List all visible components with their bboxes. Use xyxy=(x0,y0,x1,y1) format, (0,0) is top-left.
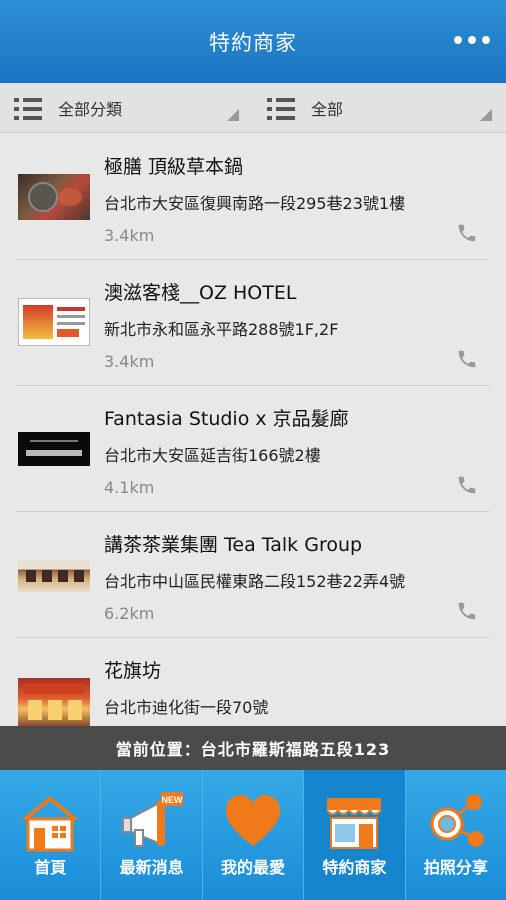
store-list-item[interactable]: 花旗坊 台北市迪化街一段70號 xyxy=(0,638,506,726)
tab-news[interactable]: NEW 最新消息 xyxy=(101,770,203,900)
category-filter-dropdown[interactable]: 全部分類 xyxy=(0,83,253,133)
phone-icon[interactable] xyxy=(456,222,478,244)
store-distance: 4.1km xyxy=(104,478,155,497)
dropdown-arrow-icon xyxy=(480,109,492,121)
tab-news-label: 最新消息 xyxy=(119,858,184,877)
store-address: 台北市迪化街一段70號 xyxy=(104,698,269,717)
store-list[interactable]: 極膳 頂級草本鍋 台北市大安區復興南路一段295巷23號1樓 3.4km 澳滋客… xyxy=(0,134,506,726)
list-icon xyxy=(267,98,295,120)
phone-icon[interactable] xyxy=(456,600,478,622)
tab-photo-share[interactable]: 拍照分享 xyxy=(406,770,506,900)
store-distance: 3.4km xyxy=(104,352,155,371)
app-header: 特約商家 xyxy=(0,0,506,83)
store-name: 講茶茶業集團 Tea Talk Group xyxy=(104,534,363,556)
store-list-item[interactable]: Fantasia Studio x 京品髮廊 台北市大安區延吉街166號2樓 4… xyxy=(0,386,506,512)
store-name: Fantasia Studio x 京品髮廊 xyxy=(104,408,349,430)
area-filter-dropdown[interactable]: 全部 xyxy=(253,83,506,133)
store-thumbnail xyxy=(18,432,90,466)
store-name: 澳滋客棧__OZ HOTEL xyxy=(104,282,297,304)
area-filter-label: 全部 xyxy=(311,100,344,119)
store-thumbnail xyxy=(18,560,90,592)
page-title: 特約商家 xyxy=(209,30,297,55)
store-address: 台北市大安區延吉街166號2樓 xyxy=(104,446,321,465)
store-address: 台北市大安區復興南路一段295巷23號1樓 xyxy=(104,194,406,213)
store-name: 花旗坊 xyxy=(104,660,162,682)
more-options-icon[interactable] xyxy=(454,30,490,50)
tab-home[interactable]: 首頁 xyxy=(0,770,102,900)
tab-partner-stores[interactable]: 特約商家 xyxy=(304,770,406,900)
tab-home-label: 首頁 xyxy=(34,858,67,877)
tab-photo-share-label: 拍照分享 xyxy=(423,858,488,877)
current-location-bar: 當前位置：台北市羅斯福路五段123 xyxy=(0,726,506,770)
store-distance: 6.2km xyxy=(104,604,155,623)
store-list-item[interactable]: 澳滋客棧__OZ HOTEL 新北市永和區永平路288號1F,2F 3.4km xyxy=(0,260,506,386)
store-address: 台北市中山區民權東路二段152巷22弄4號 xyxy=(104,572,406,591)
store-name: 極膳 頂級草本鍋 xyxy=(104,156,244,178)
megaphone-icon: NEW xyxy=(121,792,183,847)
share-icon xyxy=(430,794,484,847)
phone-icon[interactable] xyxy=(456,348,478,370)
tab-partner-stores-label: 特約商家 xyxy=(322,858,387,877)
phone-icon[interactable] xyxy=(456,474,478,496)
store-thumbnail xyxy=(18,678,90,726)
tab-favorites[interactable]: 我的最愛 xyxy=(203,770,305,900)
tab-favorites-label: 我的最愛 xyxy=(221,858,286,877)
store-distance: 3.4km xyxy=(104,226,155,245)
heart-icon xyxy=(226,795,281,846)
store-thumbnail xyxy=(18,298,90,346)
home-icon xyxy=(21,796,80,852)
category-filter-label: 全部分類 xyxy=(58,100,123,119)
bottom-tab-bar: 首頁 NEW 最新消息 我的最愛 特約商家 拍照分享 xyxy=(0,770,506,900)
dropdown-arrow-icon xyxy=(227,109,239,121)
store-address: 新北市永和區永平路288號1F,2F xyxy=(104,320,339,339)
new-badge: NEW xyxy=(161,795,183,805)
filter-bar: 全部分類 全部 xyxy=(0,83,506,133)
store-thumbnail xyxy=(18,174,90,220)
store-icon xyxy=(326,798,383,849)
store-list-item[interactable]: 極膳 頂級草本鍋 台北市大安區復興南路一段295巷23號1樓 3.4km xyxy=(0,134,506,260)
store-list-item[interactable]: 講茶茶業集團 Tea Talk Group 台北市中山區民權東路二段152巷22… xyxy=(0,512,506,638)
current-location-text: 當前位置：台北市羅斯福路五段123 xyxy=(115,740,391,759)
list-icon xyxy=(14,98,42,120)
